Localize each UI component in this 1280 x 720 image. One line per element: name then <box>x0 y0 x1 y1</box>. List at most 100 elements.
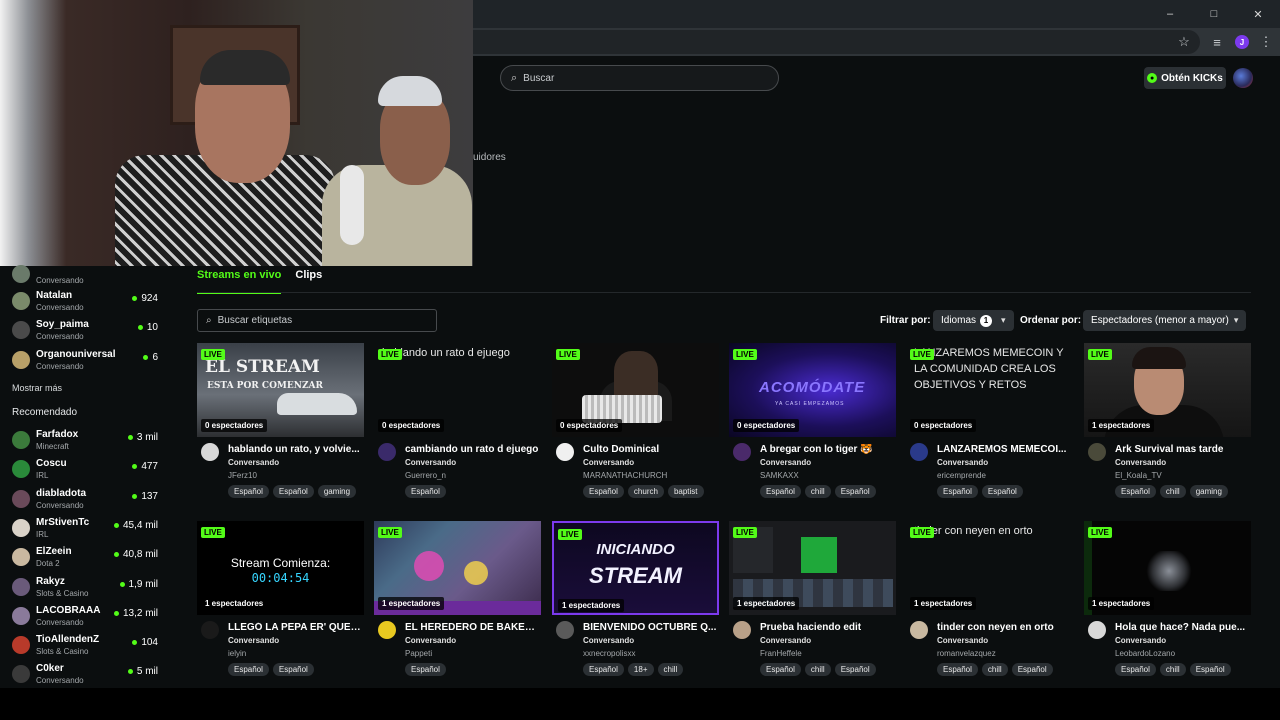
stream-title[interactable]: Ark Survival mas tarde <box>1115 444 1250 455</box>
channel-name[interactable]: romanvelazquez <box>937 649 996 658</box>
tag-chip[interactable]: chill <box>804 485 831 498</box>
stream-category[interactable]: Conversando <box>583 458 634 467</box>
media-queue-icon[interactable]: ≡ <box>1208 33 1226 51</box>
site-search[interactable]: ⌕ <box>500 65 779 91</box>
stream-category[interactable]: Conversando <box>405 636 456 645</box>
stream-card[interactable]: EL STREAM ESTA POR COMENZAR LIVE 0 espectad… <box>197 343 365 503</box>
stream-card[interactable]: Stream Comienza: 00:04:54 LIVE 1 espectador… <box>197 521 365 681</box>
sidebar-item-elzeein[interactable]: ElZeein Dota 2 40,8 mil <box>12 543 162 571</box>
bookmark-star-icon[interactable]: ☆ <box>1175 33 1193 51</box>
channel-name[interactable]: ielyin <box>228 649 246 658</box>
stream-category[interactable]: Conversando <box>760 458 811 467</box>
tag-chip[interactable]: Español <box>1115 485 1156 498</box>
sidebar-item-soy_paima[interactable]: Soy_paima Conversando 10 <box>12 316 162 344</box>
channel-avatar[interactable] <box>733 443 751 461</box>
maximize-button[interactable]: □ <box>1192 0 1236 28</box>
stream-card[interactable]: tinder con neyen en orto LIVE 1 espectador… <box>906 521 1074 681</box>
sidebar-item-coscu[interactable]: Coscu IRL 477 <box>12 455 162 483</box>
stream-category[interactable]: Conversando <box>937 636 988 645</box>
stream-thumbnail[interactable]: hablando un rato d ejuego LIVE 0 espectado… <box>374 343 541 437</box>
tag-chip[interactable]: Español <box>272 663 314 676</box>
channel-name[interactable]: Guerrero_n <box>405 471 446 480</box>
stream-thumbnail[interactable]: LIVE 1 espectadores <box>1084 343 1251 437</box>
languages-dropdown[interactable]: Idiomas 1 ▾ <box>933 310 1014 331</box>
tag-chip[interactable]: gaming <box>1189 485 1228 498</box>
channel-name[interactable]: El_Koala_TV <box>1115 471 1162 480</box>
stream-title[interactable]: Hola que hace? Nada pue... <box>1115 622 1250 633</box>
stream-card[interactable]: LIVE 1 espectadores Ark Survival mas tarde… <box>1084 343 1252 503</box>
channel-avatar[interactable] <box>378 443 396 461</box>
channel-avatar[interactable] <box>556 443 574 461</box>
stream-category[interactable]: Conversando <box>228 636 279 645</box>
channel-avatar[interactable] <box>378 621 396 639</box>
channel-avatar[interactable] <box>910 621 928 639</box>
tag-chip[interactable]: church <box>627 485 664 498</box>
channel-name[interactable]: MARANATHACHURCH <box>583 471 667 480</box>
tab-clips[interactable]: Clips <box>295 269 322 294</box>
tag-chip[interactable]: Español <box>1189 663 1231 676</box>
sidebar-item-diabladota[interactable]: diabladota Conversando 137 <box>12 485 162 513</box>
channel-name[interactable]: LeobardoLozano <box>1115 649 1175 658</box>
channel-avatar[interactable] <box>733 621 751 639</box>
sidebar-item-c0ker[interactable]: C0ker Conversando 5 mil <box>12 660 162 688</box>
stream-category[interactable]: Conversando <box>1115 636 1166 645</box>
tag-chip[interactable]: Español <box>981 485 1023 498</box>
get-kicks-button[interactable]: ● Obtén KICKs <box>1144 67 1226 89</box>
channel-avatar[interactable] <box>910 443 928 461</box>
stream-thumbnail[interactable]: LIVE 1 espectadores <box>1084 521 1251 615</box>
tag-chip[interactable]: Español <box>834 485 876 498</box>
sidebar-item-partial[interactable]: Conversando <box>12 260 162 288</box>
sidebar-item-natalan[interactable]: Natalan Conversando 924 <box>12 287 162 315</box>
tag-chip[interactable]: Español <box>1115 663 1156 676</box>
stream-thumbnail[interactable]: EL STREAM ESTA POR COMENZAR LIVE 0 espectad… <box>197 343 364 437</box>
sidebar-item-organouniversal[interactable]: Organouniversal Conversando 6 <box>12 346 162 374</box>
tab-live-streams[interactable]: Streams en vivo <box>197 269 282 294</box>
sort-dropdown[interactable]: Espectadores (menor a mayor) ▾ <box>1083 310 1247 331</box>
stream-category[interactable]: Conversando <box>228 458 279 467</box>
stream-title[interactable]: BIENVENIDO OCTUBRE Q... <box>583 622 718 633</box>
stream-title[interactable]: hablando un rato, y volvie... <box>228 444 363 455</box>
channel-name[interactable]: Pappeti <box>405 649 432 658</box>
channel-name[interactable]: JFerz10 <box>228 471 257 480</box>
stream-title[interactable]: LANZAREMOS MEMECOI... <box>937 444 1072 455</box>
stream-thumbnail[interactable]: LIVE 1 espectadores <box>729 521 896 615</box>
tag-chip[interactable]: Español <box>228 485 269 498</box>
channel-avatar[interactable] <box>1088 443 1106 461</box>
stream-thumbnail[interactable]: tinder con neyen en orto LIVE 1 espectador… <box>906 521 1073 615</box>
tag-search[interactable]: ⌕ <box>197 309 437 332</box>
tag-chip[interactable]: 18+ <box>627 663 654 676</box>
sidebar-item-lacobraaa[interactable]: LACOBRAAA Conversando 13,2 mil <box>12 602 162 630</box>
search-input[interactable] <box>523 72 754 84</box>
stream-card[interactable]: INICIANDO STREAM LIVE 1 espectadores BIENVEN… <box>552 521 720 681</box>
tag-chip[interactable]: chill <box>804 663 831 676</box>
tag-chip[interactable]: chill <box>1159 663 1186 676</box>
stream-thumbnail[interactable]: LIVE 1 espectadores <box>374 521 541 615</box>
channel-name[interactable]: SAMKAXX <box>760 471 799 480</box>
stream-category[interactable]: Conversando <box>937 458 988 467</box>
tag-chip[interactable]: Español <box>405 485 446 498</box>
channel-avatar[interactable] <box>201 443 219 461</box>
channel-name[interactable]: FranHeffele <box>760 649 802 658</box>
channel-name[interactable]: ericemprende <box>937 471 986 480</box>
tag-chip[interactable]: gaming <box>317 485 357 498</box>
profile-icon[interactable]: J <box>1233 33 1251 51</box>
channel-avatar[interactable] <box>556 621 574 639</box>
tag-chip[interactable]: Español <box>834 663 876 676</box>
stream-category[interactable]: Conversando <box>760 636 811 645</box>
stream-card[interactable]: LIVE 1 espectadores Prueba haciendo edit Co… <box>729 521 897 681</box>
stream-category[interactable]: Conversando <box>1115 458 1166 467</box>
stream-title[interactable]: A bregar con lo tiger 🐯 <box>760 444 895 455</box>
stream-thumbnail[interactable]: LIVE 0 espectadores <box>552 343 719 437</box>
stream-title[interactable]: Prueba haciendo edit <box>760 622 895 633</box>
tag-chip[interactable]: chill <box>657 663 684 676</box>
tag-chip[interactable]: Español <box>405 663 446 676</box>
stream-card[interactable]: hablando un rato d ejuego LIVE 0 espectado… <box>374 343 542 503</box>
kebab-menu-icon[interactable]: ⋮ <box>1257 33 1275 51</box>
stream-thumbnail[interactable]: ACOMÓDATE YA CASI EMPEZAMOS LIVE 0 espectad… <box>729 343 896 437</box>
sidebar-item-rakyz[interactable]: Rakyz Slots & Casino 1,9 mil <box>12 573 162 601</box>
minimize-button[interactable]: – <box>1148 0 1192 28</box>
stream-category[interactable]: Conversando <box>405 458 456 467</box>
show-more-link[interactable]: Mostrar más <box>12 383 62 393</box>
tag-chip[interactable]: Español <box>228 663 269 676</box>
stream-card[interactable]: LANZAREMOS MEMECOIN Y LA COMUNIDAD CREA … <box>906 343 1074 503</box>
